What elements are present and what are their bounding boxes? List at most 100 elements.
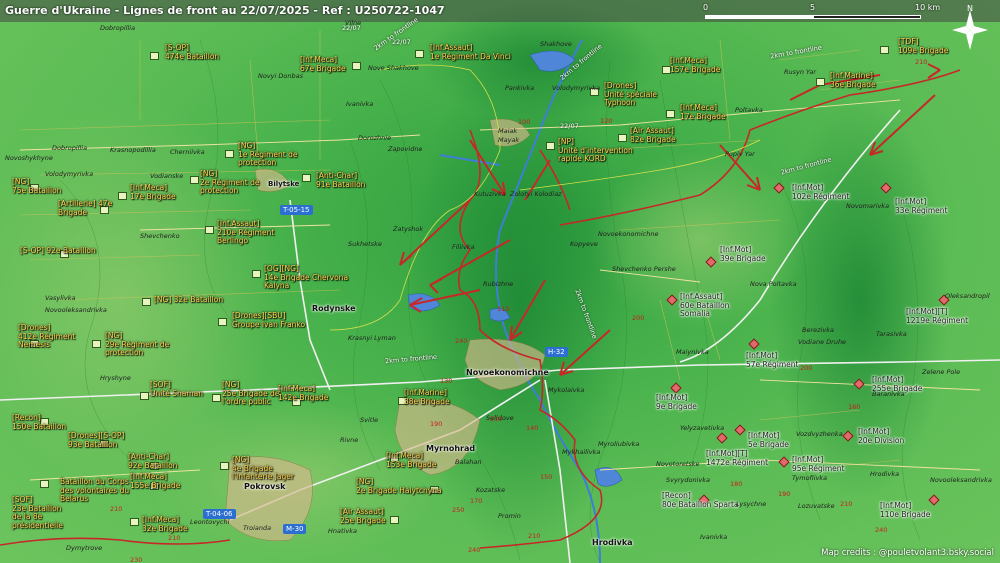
- ukraine-unit-icon[interactable]: [142, 298, 151, 306]
- place-label: Troianda: [243, 524, 272, 532]
- ukraine-unit-icon[interactable]: [880, 46, 889, 54]
- ukraine-unit-icon[interactable]: [415, 50, 424, 58]
- ukraine-unit-icon[interactable]: [546, 142, 555, 150]
- ukraine-unit-label[interactable]: [Inf.Meca] 32e Brigade: [142, 515, 188, 533]
- russia-unit-label[interactable]: [Inf.Mot] 5e Brigade: [748, 431, 789, 449]
- ukraine-unit-label[interactable]: [Inf.Meca] 142e Brigade: [278, 384, 328, 402]
- ukraine-unit-label[interactable]: [Anti-Char] 91e Bataillon: [316, 171, 365, 189]
- ukraine-unit-icon[interactable]: [212, 394, 221, 402]
- ukraine-unit-label[interactable]: [NG] 75e Bataillon: [12, 177, 61, 195]
- ukraine-unit-label[interactable]: [Drones] 412e Régiment Nemesis: [18, 323, 75, 350]
- ukraine-unit-label[interactable]: [NG] 25e Brigade de l'ordre public: [222, 380, 279, 407]
- russia-unit-label[interactable]: [Inf.Mot] 9e Brigade: [656, 393, 697, 411]
- ukraine-unit-label[interactable]: [Inf.Meca] 155e Brigade: [130, 472, 180, 490]
- ukraine-unit-icon[interactable]: [390, 516, 399, 524]
- ukraine-unit-label[interactable]: [Air Assaut] 25e Brigade: [340, 507, 386, 525]
- altitude-label: 200: [800, 364, 813, 372]
- ukraine-unit-label[interactable]: [Inf.Meca] 153e Brigade: [386, 451, 436, 469]
- russia-unit-label[interactable]: [Inf.Mot] 110e Brigade: [880, 501, 930, 519]
- ukraine-unit-icon[interactable]: [302, 174, 311, 182]
- russia-unit-label[interactable]: [Inf.Mot][T] 1472e Régiment: [706, 449, 768, 467]
- altitude-label: 190: [430, 420, 443, 428]
- ukraine-unit-icon[interactable]: [252, 270, 261, 278]
- russia-unit-label[interactable]: [Recon] 80e Bataillon Sparta: [662, 491, 739, 509]
- ukraine-unit-icon[interactable]: [92, 340, 101, 348]
- town-label: Novoekonomichne: [466, 368, 549, 377]
- altitude-label: 240: [468, 546, 481, 554]
- ukraine-unit-label[interactable]: [Inf.Meca] 67e Brigade: [300, 55, 346, 73]
- ukraine-unit-label[interactable]: [Inf.Meca] 157e Brigade: [670, 56, 720, 74]
- altitude-label: 240: [875, 526, 888, 534]
- place-label: Dobropillia: [52, 144, 88, 152]
- place-label: Vilne: [345, 19, 362, 27]
- ukraine-unit-label[interactable]: [Drones] Unité spéciale Typhoon: [604, 81, 657, 108]
- ukraine-unit-icon[interactable]: [352, 62, 361, 70]
- ukraine-unit-label[interactable]: [S-OP] 474e Bataillon: [165, 43, 219, 61]
- altitude-label: 210: [110, 505, 123, 513]
- russia-unit-label[interactable]: [Inf.Mot] 95e Régiment: [792, 455, 845, 473]
- ukraine-unit-icon[interactable]: [130, 518, 139, 526]
- place-label: Zatyshok: [393, 225, 424, 233]
- place-label: Novyi Donbas: [258, 72, 304, 80]
- place-label: Balahan: [455, 458, 482, 466]
- russia-unit-label[interactable]: [Inf.Mot] 39e Brigade: [720, 245, 766, 263]
- place-label: Novooleksandrivka: [45, 306, 107, 314]
- ukraine-unit-label[interactable]: [Drones][S-OP] 93e Bataillon: [68, 431, 124, 449]
- place-label: Novooleksandrivka: [930, 476, 992, 484]
- place-label: Krasnopodillia: [110, 146, 156, 154]
- ukraine-unit-icon[interactable]: [40, 480, 49, 488]
- ukraine-unit-icon[interactable]: [220, 462, 229, 470]
- ukraine-unit-label[interactable]: [Drones][SBU] Groupe Ivan Franko: [232, 311, 305, 329]
- ukraine-unit-label[interactable]: [Anti-Char] 92e Bataillon: [128, 452, 177, 470]
- place-label: Yelyzavetivka: [680, 424, 725, 432]
- russia-unit-label[interactable]: [Inf.Mot][T] 1219e Régiment: [906, 307, 968, 325]
- ukraine-unit-icon[interactable]: [150, 52, 159, 60]
- ukraine-unit-label[interactable]: [SOF] Unité Shaman: [150, 380, 203, 398]
- ukraine-unit-label[interactable]: [NG] 1e Régiment de protection: [238, 141, 297, 168]
- ukraine-unit-icon[interactable]: [118, 192, 127, 200]
- russia-unit-label[interactable]: [Inf.Mot] 20e Division: [858, 427, 904, 445]
- russia-unit-label[interactable]: [Inf.Mot] 57e Régiment: [746, 351, 799, 369]
- ukraine-unit-label[interactable]: [TDF] 109e Brigade: [898, 37, 948, 55]
- ukraine-unit-label[interactable]: [NG] 4e Brigade l'infanterie Jager: [232, 455, 294, 482]
- ukraine-unit-label[interactable]: [NG] 2e Régiment de protection: [200, 169, 259, 196]
- ukraine-unit-label[interactable]: [Inf.Meca] 17e Brigade: [680, 103, 726, 121]
- place-label: Novotoretske: [656, 460, 700, 468]
- road-shield: M-30: [283, 524, 307, 534]
- ukraine-unit-label[interactable]: [Inf.Assaut] 210e Régiment Berlingo: [217, 219, 274, 246]
- ukraine-unit-label[interactable]: Bataillon du Corps des volontaires du Be…: [60, 477, 129, 504]
- ukraine-unit-label[interactable]: [NG] 2e Brigade Halytchyna: [356, 477, 442, 495]
- russia-unit-label[interactable]: [Inf.Mot] 102e Régiment: [792, 183, 849, 201]
- ukraine-unit-icon[interactable]: [205, 226, 214, 234]
- ukraine-unit-icon[interactable]: [140, 392, 149, 400]
- ukraine-unit-label[interactable]: [NP] Unité d'intervention rapide KORD: [558, 137, 633, 164]
- map-title: Guerre d'Ukraine - Lignes de front au 22…: [5, 4, 445, 17]
- ukraine-unit-label[interactable]: [Inf.Marine] 38e Brigade: [404, 388, 450, 406]
- ukraine-unit-label[interactable]: [NG] 29e Régiment de protection: [105, 331, 169, 358]
- ukraine-unit-label[interactable]: [Inf.Marine] 36e Brigade: [830, 71, 876, 89]
- altitude-label: 200: [632, 314, 645, 322]
- ukraine-unit-icon[interactable]: [666, 110, 675, 118]
- ukraine-unit-label[interactable]: [Artillerie] 47e Brigade: [58, 199, 112, 217]
- ukraine-unit-label[interactable]: [SOF] 23e Bataillon de la 8e présidentie…: [12, 495, 63, 530]
- ukraine-unit-label[interactable]: [Inf.Assaut] 1e Régiment Da Vinci: [430, 43, 511, 61]
- place-label: Rubizhne: [483, 280, 514, 288]
- place-label: Rivne: [340, 436, 359, 444]
- ukraine-unit-label[interactable]: [OG][NG] 14e Brigade Chervona Kalyna: [264, 264, 348, 291]
- map-canvas[interactable]: Guerre d'Ukraine - Lignes de front au 22…: [0, 0, 1000, 563]
- ukraine-unit-icon[interactable]: [225, 150, 234, 158]
- altitude-label: 120: [600, 117, 613, 125]
- russia-unit-label[interactable]: [Inf.Mot] 33e Régiment: [895, 197, 948, 215]
- ukraine-unit-label[interactable]: [Air Assaut] 82e Brigade: [630, 126, 676, 144]
- ukraine-unit-icon[interactable]: [816, 78, 825, 86]
- russia-unit-label[interactable]: [Inf.Assaut] 60e Bataillon Somalia: [680, 292, 729, 319]
- ukraine-unit-label[interactable]: [Inf.Meca] 17e Brigade: [130, 183, 176, 201]
- place-label: Zapovidne: [388, 145, 423, 153]
- ukraine-unit-icon[interactable]: [218, 318, 227, 326]
- altitude-label: 110: [497, 305, 510, 313]
- ukraine-unit-label[interactable]: [NG] 32e Bataillon: [154, 295, 223, 305]
- ukraine-unit-label[interactable]: [Recon] 150e Bataillon: [12, 413, 66, 431]
- ukraine-unit-icon[interactable]: [190, 176, 199, 184]
- place-label: Mayak: [498, 136, 520, 144]
- ukraine-unit-label[interactable]: [S-OP] 92e Bataillon: [20, 246, 96, 256]
